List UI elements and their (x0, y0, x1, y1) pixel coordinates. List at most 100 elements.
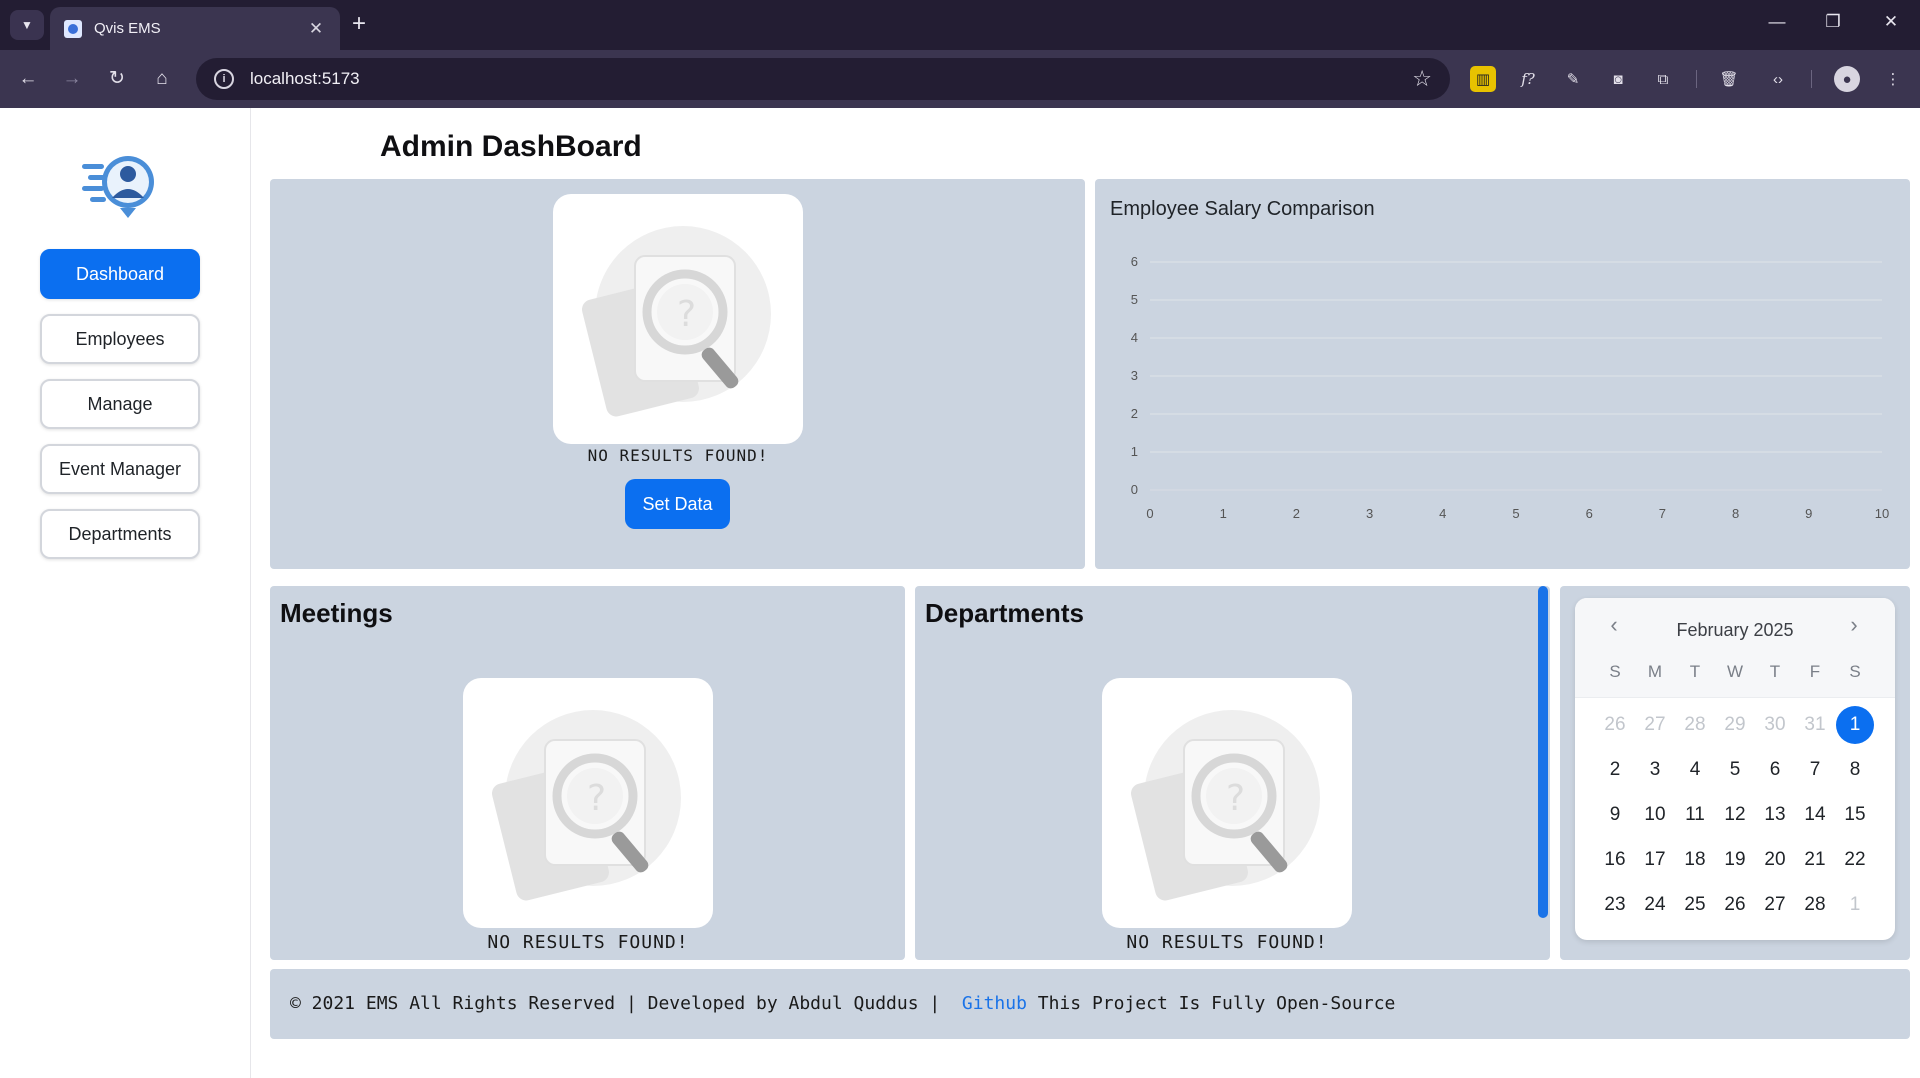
x-tick-label: 3 (1366, 506, 1373, 521)
calendar-day[interactable]: 1 (1835, 886, 1875, 924)
bookmark-star-icon[interactable]: ☆ (1412, 66, 1432, 92)
sidebar-item-departments[interactable]: Departments (40, 509, 200, 559)
calendar-header: ‹ February 2025 › (1575, 598, 1895, 698)
calendar-day[interactable]: 5 (1715, 751, 1755, 789)
calendar-day[interactable]: 15 (1835, 796, 1875, 834)
calendar-day[interactable]: 7 (1795, 751, 1835, 789)
calendar-day[interactable]: 20 (1755, 841, 1795, 879)
calendar-day[interactable]: 28 (1675, 706, 1715, 744)
sidebar-item-event-manager[interactable]: Event Manager (40, 444, 200, 494)
calendar-day[interactable]: 26 (1715, 886, 1755, 924)
calendar-weekday: S (1849, 662, 1861, 681)
calendar-day[interactable]: 27 (1755, 886, 1795, 924)
toolbar-divider (1811, 70, 1812, 88)
tab-search-button[interactable]: ▼ (10, 10, 44, 40)
reload-icon[interactable]: ↻ (103, 65, 131, 93)
calendar-day[interactable]: 13 (1755, 796, 1795, 834)
forward-arrow-icon[interactable]: → (58, 65, 86, 93)
calendar-day[interactable]: 27 (1635, 706, 1675, 744)
calendar-day[interactable]: 4 (1675, 751, 1715, 789)
browser-toolbar: ← → ↻ ⌂ i localhost:5173 ☆ ▥ f? ✎ ◙ ⧉ 🗑 … (0, 50, 1920, 108)
extensions-puzzle-icon[interactable]: ⧉ (1650, 66, 1676, 92)
github-link[interactable]: Github (962, 993, 1027, 1014)
y-tick-label: 4 (1131, 330, 1138, 345)
calendar-day[interactable]: 10 (1635, 796, 1675, 834)
calendar-day[interactable]: 25 (1675, 886, 1715, 924)
magnifier-document-icon: ? (492, 710, 681, 901)
browser-tab-active[interactable]: Qvis EMS ✕ (50, 7, 340, 50)
extension-chart-icon[interactable]: ▥ (1470, 66, 1496, 92)
code-icon[interactable]: ‹› (1765, 66, 1791, 92)
sidebar-item-manage[interactable]: Manage (40, 379, 200, 429)
extension-font-icon[interactable]: f? (1515, 66, 1541, 92)
calendar-next-icon[interactable]: › (1839, 612, 1869, 638)
calendar-day[interactable]: 19 (1715, 841, 1755, 879)
x-tick-label: 5 (1512, 506, 1519, 521)
back-arrow-icon[interactable]: ← (14, 65, 42, 93)
no-results-illustration: ? (463, 678, 713, 928)
calendar-weekday: M (1647, 662, 1663, 681)
calendar-day[interactable]: 16 (1595, 841, 1635, 879)
calendar-day[interactable]: 18 (1675, 841, 1715, 879)
magnifier-document-icon: ? (582, 226, 771, 417)
site-info-icon[interactable]: i (214, 69, 234, 89)
departments-scrollbar[interactable] (1538, 586, 1548, 918)
sidebar-item-dashboard[interactable]: Dashboard (40, 249, 200, 299)
no-results-illustration: ? (1102, 678, 1352, 928)
sidebar-item-employees[interactable]: Employees (40, 314, 200, 364)
trash-icon[interactable]: 🗑 (1716, 66, 1742, 92)
calendar-day[interactable]: 23 (1595, 886, 1635, 924)
home-icon[interactable]: ⌂ (148, 65, 176, 93)
color-picker-icon[interactable]: ✎ (1560, 66, 1586, 92)
calendar-day-selected[interactable]: 1 (1835, 706, 1875, 744)
calendar-day[interactable]: 12 (1715, 796, 1755, 834)
calendar-day[interactable]: 31 (1795, 706, 1835, 744)
calendar-weekday: T (1769, 662, 1781, 681)
set-data-button[interactable]: Set Data (625, 479, 730, 529)
departments-heading: Departments (925, 598, 1084, 628)
calendar-day[interactable]: 11 (1675, 796, 1715, 834)
calendar-day[interactable]: 21 (1795, 841, 1835, 879)
no-results-text: NO RESULTS FOUND! (587, 446, 769, 465)
x-tick-label: 6 (1586, 506, 1593, 521)
calendar-day[interactable]: 24 (1635, 886, 1675, 924)
minimize-icon[interactable]: — (1765, 12, 1789, 32)
calendar-day[interactable]: 28 (1795, 886, 1835, 924)
calendar-day[interactable]: 29 (1715, 706, 1755, 744)
address-bar[interactable]: i localhost:5173 ☆ (196, 58, 1450, 100)
restore-icon[interactable]: ❐ (1821, 12, 1845, 32)
x-tick-label: 7 (1659, 506, 1666, 521)
close-window-icon[interactable]: ✕ (1879, 12, 1903, 32)
more-menu-icon[interactable]: ⋮ (1880, 66, 1906, 92)
x-tick-label: 9 (1805, 506, 1812, 521)
url-text[interactable]: localhost:5173 (250, 69, 1412, 89)
y-tick-label: 6 (1131, 254, 1138, 269)
calendar-day[interactable]: 30 (1755, 706, 1795, 744)
tab-title: Qvis EMS (94, 20, 161, 37)
calendar-day[interactable]: 8 (1835, 751, 1875, 789)
svg-text:?: ? (1226, 778, 1245, 819)
footer: © 2021 EMS All Rights Reserved | Develop… (270, 969, 1910, 1039)
y-tick-label: 5 (1131, 292, 1138, 307)
meetings-heading: Meetings (280, 598, 393, 628)
y-tick-label: 3 (1131, 368, 1138, 383)
x-tick-label: 8 (1732, 506, 1739, 521)
footer-text: © 2021 EMS All Rights Reserved | Develop… (290, 993, 1395, 1014)
new-tab-button[interactable]: + (352, 12, 366, 36)
calendar-day[interactable]: 26 (1595, 706, 1635, 744)
calendar-day[interactable]: 3 (1635, 751, 1675, 789)
calendar: ‹ February 2025 › S M T W T F S 26 27 28 29 30 31 1 2 3… (1575, 598, 1895, 940)
calendar-day[interactable]: 22 (1835, 841, 1875, 879)
camera-icon[interactable]: ◙ (1605, 66, 1631, 92)
no-results-illustration: ? (553, 194, 803, 444)
calendar-day[interactable]: 14 (1795, 796, 1835, 834)
profile-avatar[interactable]: ● (1834, 66, 1860, 92)
y-tick-label: 1 (1131, 444, 1138, 459)
x-tick-label: 10 (1875, 506, 1889, 521)
close-icon[interactable]: ✕ (306, 19, 326, 39)
calendar-day[interactable]: 6 (1755, 751, 1795, 789)
calendar-day[interactable]: 9 (1595, 796, 1635, 834)
footer-suffix: This Project Is Fully Open-Source (1026, 993, 1396, 1014)
calendar-day[interactable]: 17 (1635, 841, 1675, 879)
calendar-day[interactable]: 2 (1595, 751, 1635, 789)
